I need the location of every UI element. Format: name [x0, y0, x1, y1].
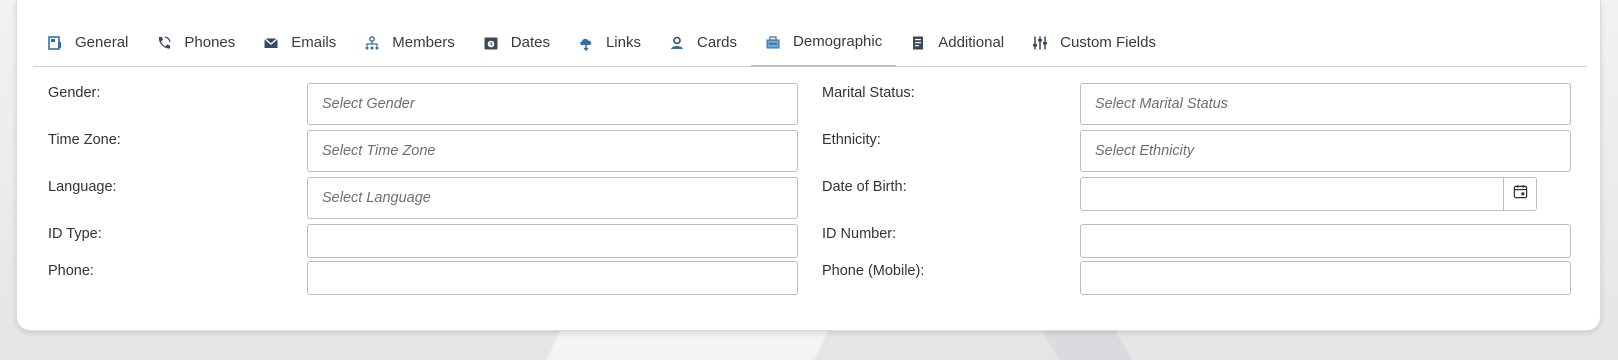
- cloud-link-icon: [578, 35, 594, 51]
- tab-general[interactable]: General: [33, 18, 142, 67]
- time-zone-select[interactable]: Select Time Zone: [307, 130, 798, 172]
- ethnicity-label: Ethnicity:: [822, 132, 881, 148]
- id-number-field[interactable]: [1080, 224, 1571, 258]
- marital-status-label: Marital Status:: [822, 85, 915, 101]
- id-type-label: ID Type:: [48, 226, 102, 242]
- ethnicity-select[interactable]: Select Ethnicity: [1080, 130, 1571, 172]
- date-picker-button[interactable]: [1503, 177, 1537, 211]
- tab-additional[interactable]: Additional: [896, 18, 1018, 67]
- marital-status-select[interactable]: Select Marital Status: [1080, 83, 1571, 125]
- card-user-icon: [669, 35, 685, 51]
- tab-label: Additional: [938, 34, 1005, 51]
- tab-label: Custom Fields: [1060, 34, 1156, 51]
- tab-label: Links: [605, 34, 641, 51]
- general-icon: [47, 35, 63, 51]
- tab-demographic[interactable]: Demographic: [751, 18, 897, 67]
- phone-mobile-field[interactable]: [1080, 261, 1571, 295]
- tab-label: Phones: [184, 34, 236, 51]
- form-card: General Phones Emails Members Dates Link…: [16, 0, 1601, 331]
- tab-label: Emails: [291, 34, 337, 51]
- tab-label: Members: [392, 34, 455, 51]
- tab-label: Demographic: [793, 33, 883, 50]
- email-icon: [263, 35, 279, 51]
- time-zone-label: Time Zone:: [48, 132, 121, 148]
- calendar-icon: [483, 35, 499, 51]
- tab-cards[interactable]: Cards: [655, 18, 751, 67]
- id-number-label: ID Number:: [822, 226, 897, 242]
- phone-icon: [156, 35, 172, 51]
- tab-label: Dates: [510, 34, 550, 51]
- tab-bar: General Phones Emails Members Dates Link…: [33, 18, 1587, 67]
- tab-links[interactable]: Links: [564, 18, 655, 67]
- gender-select[interactable]: Select Gender: [307, 83, 798, 125]
- id-type-field[interactable]: [307, 224, 798, 258]
- gender-label: Gender:: [48, 85, 101, 101]
- date-of-birth-field[interactable]: [1080, 177, 1504, 211]
- calendar-icon: [1513, 184, 1528, 204]
- tab-label: General: [75, 34, 129, 51]
- phone-field[interactable]: [307, 261, 798, 295]
- demographic-icon: [765, 34, 781, 50]
- tab-dates[interactable]: Dates: [469, 18, 564, 67]
- members-icon: [364, 35, 380, 51]
- additional-icon: [910, 35, 926, 51]
- language-select[interactable]: Select Language: [307, 177, 798, 219]
- language-label: Language:: [48, 179, 117, 195]
- tab-label: Cards: [697, 34, 738, 51]
- date-of-birth-label: Date of Birth:: [822, 179, 907, 195]
- tab-emails[interactable]: Emails: [249, 18, 350, 67]
- sliders-icon: [1032, 35, 1048, 51]
- phone-mobile-label: Phone (Mobile):: [822, 263, 925, 279]
- phone-label: Phone:: [48, 263, 94, 279]
- tab-custom-fields[interactable]: Custom Fields: [1018, 18, 1170, 67]
- tab-members[interactable]: Members: [350, 18, 469, 67]
- tab-phones[interactable]: Phones: [142, 18, 249, 67]
